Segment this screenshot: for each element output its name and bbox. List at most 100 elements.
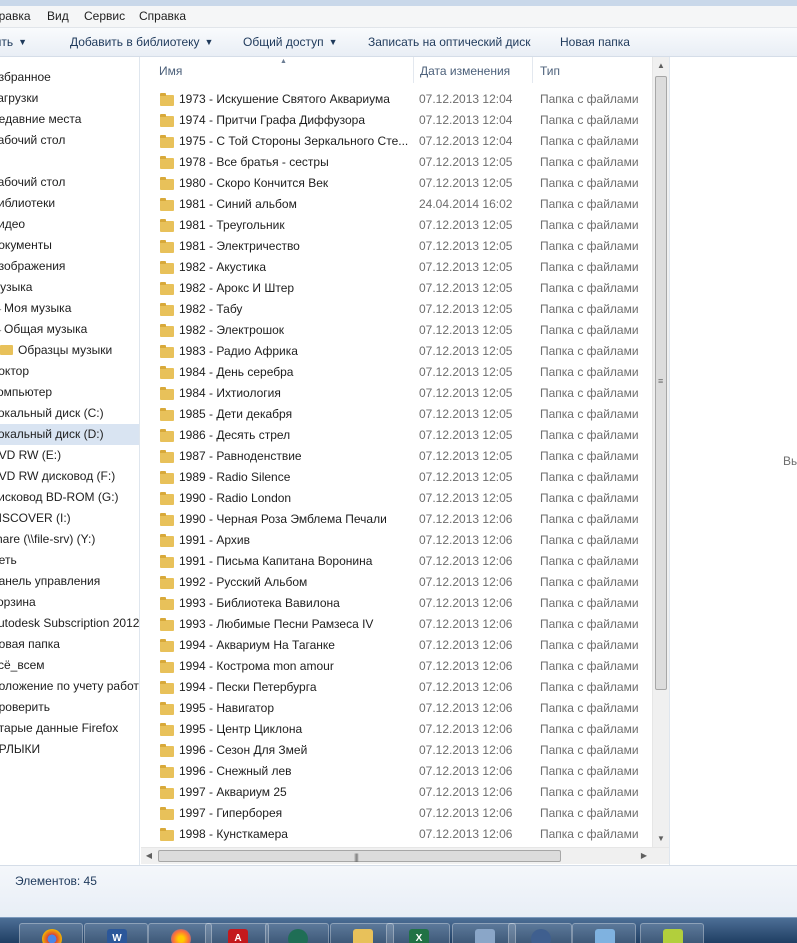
horizontal-scrollbar[interactable]: ◀ ||| ▶ xyxy=(141,847,669,864)
menu-help[interactable]: Справка xyxy=(139,9,186,23)
table-row[interactable]: 1990 - Radio London 07.12.2013 12:05 Папка… xyxy=(141,488,651,509)
nav-item[interactable]: Старые данные Firefox xyxy=(0,718,139,739)
table-row[interactable]: 1994 - Кострома mon amour 07.12.2013 12:0… xyxy=(141,656,651,677)
table-row[interactable]: 1997 - Гиперборея 07.12.2013 12:06 Папка с… xyxy=(141,803,651,824)
table-row[interactable]: 1997 - Аквариум 25 07.12.2013 12:06 Папка … xyxy=(141,782,651,803)
table-row[interactable]: 1975 - С Той Стороны Зеркального Сте... 0… xyxy=(141,131,651,152)
nav-item[interactable]: Рабочий стол xyxy=(0,172,139,193)
taskbar-button[interactable]: A xyxy=(205,923,269,943)
taskbar-button[interactable] xyxy=(265,923,329,943)
nav-item[interactable]: DISCOVER (I:) xyxy=(0,508,139,529)
taskbar-button[interactable]: X xyxy=(386,923,450,943)
menu-view[interactable]: Вид xyxy=(47,9,69,23)
table-row[interactable]: 1982 - Арокс И Штер 07.12.2013 12:05 Папка… xyxy=(141,278,651,299)
table-row[interactable]: 1978 - Все братья - сестры 07.12.2013 12:… xyxy=(141,152,651,173)
nav-item[interactable]: Музыка xyxy=(0,277,139,298)
nav-item[interactable]: Локальный диск (C:) xyxy=(0,403,139,424)
nav-item[interactable]: Положение по учету работ xyxy=(0,676,139,697)
nav-item[interactable]: ЯРЛЫКИ xyxy=(0,739,139,760)
table-row[interactable]: 1991 - Архив 07.12.2013 12:06 Папка с файл… xyxy=(141,530,651,551)
table-row[interactable]: 1995 - Навигатор 07.12.2013 12:06 Папка с … xyxy=(141,698,651,719)
table-row[interactable]: 1986 - Десять стрел 07.12.2013 12:05 Папка… xyxy=(141,425,651,446)
column-type[interactable]: Тип xyxy=(540,64,560,78)
table-row[interactable]: 1981 - Синий альбом 24.04.2014 16:02 Папка… xyxy=(141,194,651,215)
taskbar-button[interactable] xyxy=(148,923,212,943)
nav-item[interactable]: Дисковод BD-ROM (G:) xyxy=(0,487,139,508)
nav-item[interactable]: Рабочий стол xyxy=(0,130,139,151)
burn-disc-button[interactable]: Записать на оптический диск xyxy=(368,35,531,49)
table-row[interactable]: 1995 - Центр Циклона 07.12.2013 12:06 Папк… xyxy=(141,719,651,740)
nav-item[interactable]: Панель управления xyxy=(0,571,139,592)
add-to-library-button[interactable]: Добавить в библиотеку ▼ xyxy=(70,35,213,49)
nav-item[interactable]: Проверить xyxy=(0,697,139,718)
column-divider[interactable] xyxy=(413,57,414,83)
table-row[interactable]: 1998 - Кунсткамера 07.12.2013 12:06 Папка … xyxy=(141,824,651,845)
table-row[interactable]: 1984 - День серебра 07.12.2013 12:05 Папка… xyxy=(141,362,651,383)
table-row[interactable]: 1980 - Скоро Кончится Век 07.12.2013 12:0… xyxy=(141,173,651,194)
nav-item[interactable]: Локальный диск (D:) xyxy=(0,424,139,445)
menu-tools[interactable]: Сервис xyxy=(84,9,125,23)
table-row[interactable]: 1989 - Radio Silence 07.12.2013 12:05 Папк… xyxy=(141,467,651,488)
table-row[interactable]: 1982 - Электрошок 07.12.2013 12:05 Папка с… xyxy=(141,320,651,341)
nav-item[interactable] xyxy=(0,151,139,172)
nav-item[interactable]: Образцы музыки xyxy=(0,340,139,361)
table-row[interactable]: 1985 - Дети декабря 07.12.2013 12:05 Папка… xyxy=(141,404,651,425)
nav-item[interactable]: Компьютер xyxy=(0,382,139,403)
table-row[interactable]: 1993 - Библиотека Вавилона 07.12.2013 12:… xyxy=(141,593,651,614)
nav-item[interactable]: Всё_всем xyxy=(0,655,139,676)
nav-item[interactable]: Изображения xyxy=(0,256,139,277)
taskbar-button[interactable] xyxy=(19,923,83,943)
table-row[interactable]: 1996 - Сезон Для Змей 07.12.2013 12:06 Пап… xyxy=(141,740,651,761)
table-row[interactable]: 1994 - Аквариум На Таганке 07.12.2013 12:… xyxy=(141,635,651,656)
share-button[interactable]: Общий доступ ▼ xyxy=(243,35,338,49)
nav-item[interactable]: ▹ Общая музыка xyxy=(0,319,139,340)
table-row[interactable]: 1983 - Радио Африка 07.12.2013 12:05 Папка… xyxy=(141,341,651,362)
nav-item[interactable]: Библиотеки xyxy=(0,193,139,214)
vertical-scrollbar[interactable]: ▲ ≡ ▼ xyxy=(652,57,669,847)
table-row[interactable]: 1984 - Ихтиология 07.12.2013 12:05 Папка с… xyxy=(141,383,651,404)
table-row[interactable]: 1981 - Электричество 07.12.2013 12:05 Папк… xyxy=(141,236,651,257)
open-button[interactable]: Открыть ▼ xyxy=(0,35,27,49)
nav-item[interactable]: Autodesk Subscription 2012 M xyxy=(0,613,139,634)
nav-item[interactable]: share (\\file-srv) (Y:) xyxy=(0,529,139,550)
nav-item[interactable]: DVD RW дисковод (F:) xyxy=(0,466,139,487)
table-row[interactable]: 1982 - Акустика 07.12.2013 12:05 Папка с ф… xyxy=(141,257,651,278)
taskbar-button[interactable] xyxy=(640,923,704,943)
menu-edit[interactable]: Правка xyxy=(0,9,31,23)
table-row[interactable]: 1974 - Притчи Графа Диффузора 07.12.2013 … xyxy=(141,110,651,131)
table-row[interactable]: 1990 - Черная Роза Эмблема Печали 07.12.2… xyxy=(141,509,651,530)
table-row[interactable]: 1991 - Письма Капитана Воронина 07.12.201… xyxy=(141,551,651,572)
scroll-left-icon[interactable]: ◀ xyxy=(141,848,157,864)
taskbar-button[interactable]: W xyxy=(84,923,148,943)
nav-item[interactable]: Сеть xyxy=(0,550,139,571)
nav-item[interactable]: DVD RW (E:) xyxy=(0,445,139,466)
nav-item[interactable]: Новая папка xyxy=(0,634,139,655)
taskbar-button[interactable] xyxy=(452,923,516,943)
nav-item[interactable]: ▹ Моя музыка xyxy=(0,298,139,319)
table-row[interactable]: 1982 - Табу 07.12.2013 12:05 Папка с файла… xyxy=(141,299,651,320)
table-row[interactable]: 1996 - Снежный лев 07.12.2013 12:06 Папка … xyxy=(141,761,651,782)
taskbar-button[interactable] xyxy=(572,923,636,943)
taskbar-button[interactable] xyxy=(508,923,572,943)
table-row[interactable]: 1973 - Искушение Святого Аквариума 07.12.… xyxy=(141,89,651,110)
table-row[interactable]: 1993 - Любимые Песни Рамзеса IV 07.12.201… xyxy=(141,614,651,635)
nav-item[interactable]: Документы xyxy=(0,235,139,256)
scroll-down-icon[interactable]: ▼ xyxy=(653,830,669,847)
horizontal-scroll-thumb[interactable]: ||| xyxy=(158,850,561,862)
nav-item[interactable]: Загрузки xyxy=(0,88,139,109)
nav-item[interactable]: Недавние места xyxy=(0,109,139,130)
nav-item[interactable]: Видео xyxy=(0,214,139,235)
nav-item[interactable]: Корзина xyxy=(0,592,139,613)
nav-item[interactable]: Избранное xyxy=(0,67,139,88)
table-row[interactable]: 1994 - Пески Петербурга 07.12.2013 12:06 П… xyxy=(141,677,651,698)
taskbar-button[interactable] xyxy=(330,923,394,943)
nav-item[interactable]: Доктор xyxy=(0,361,139,382)
table-row[interactable]: 1992 - Русский Альбом 07.12.2013 12:06 Пап… xyxy=(141,572,651,593)
scroll-right-icon[interactable]: ▶ xyxy=(636,848,652,864)
vertical-scroll-thumb[interactable]: ≡ xyxy=(655,76,667,690)
table-row[interactable]: 1987 - Равноденствие 07.12.2013 12:05 Папк… xyxy=(141,446,651,467)
new-folder-button[interactable]: Новая папка xyxy=(560,35,630,49)
column-date[interactable]: Дата изменения xyxy=(420,64,510,78)
column-name[interactable]: Имя xyxy=(159,64,182,78)
scroll-up-icon[interactable]: ▲ xyxy=(653,57,669,74)
